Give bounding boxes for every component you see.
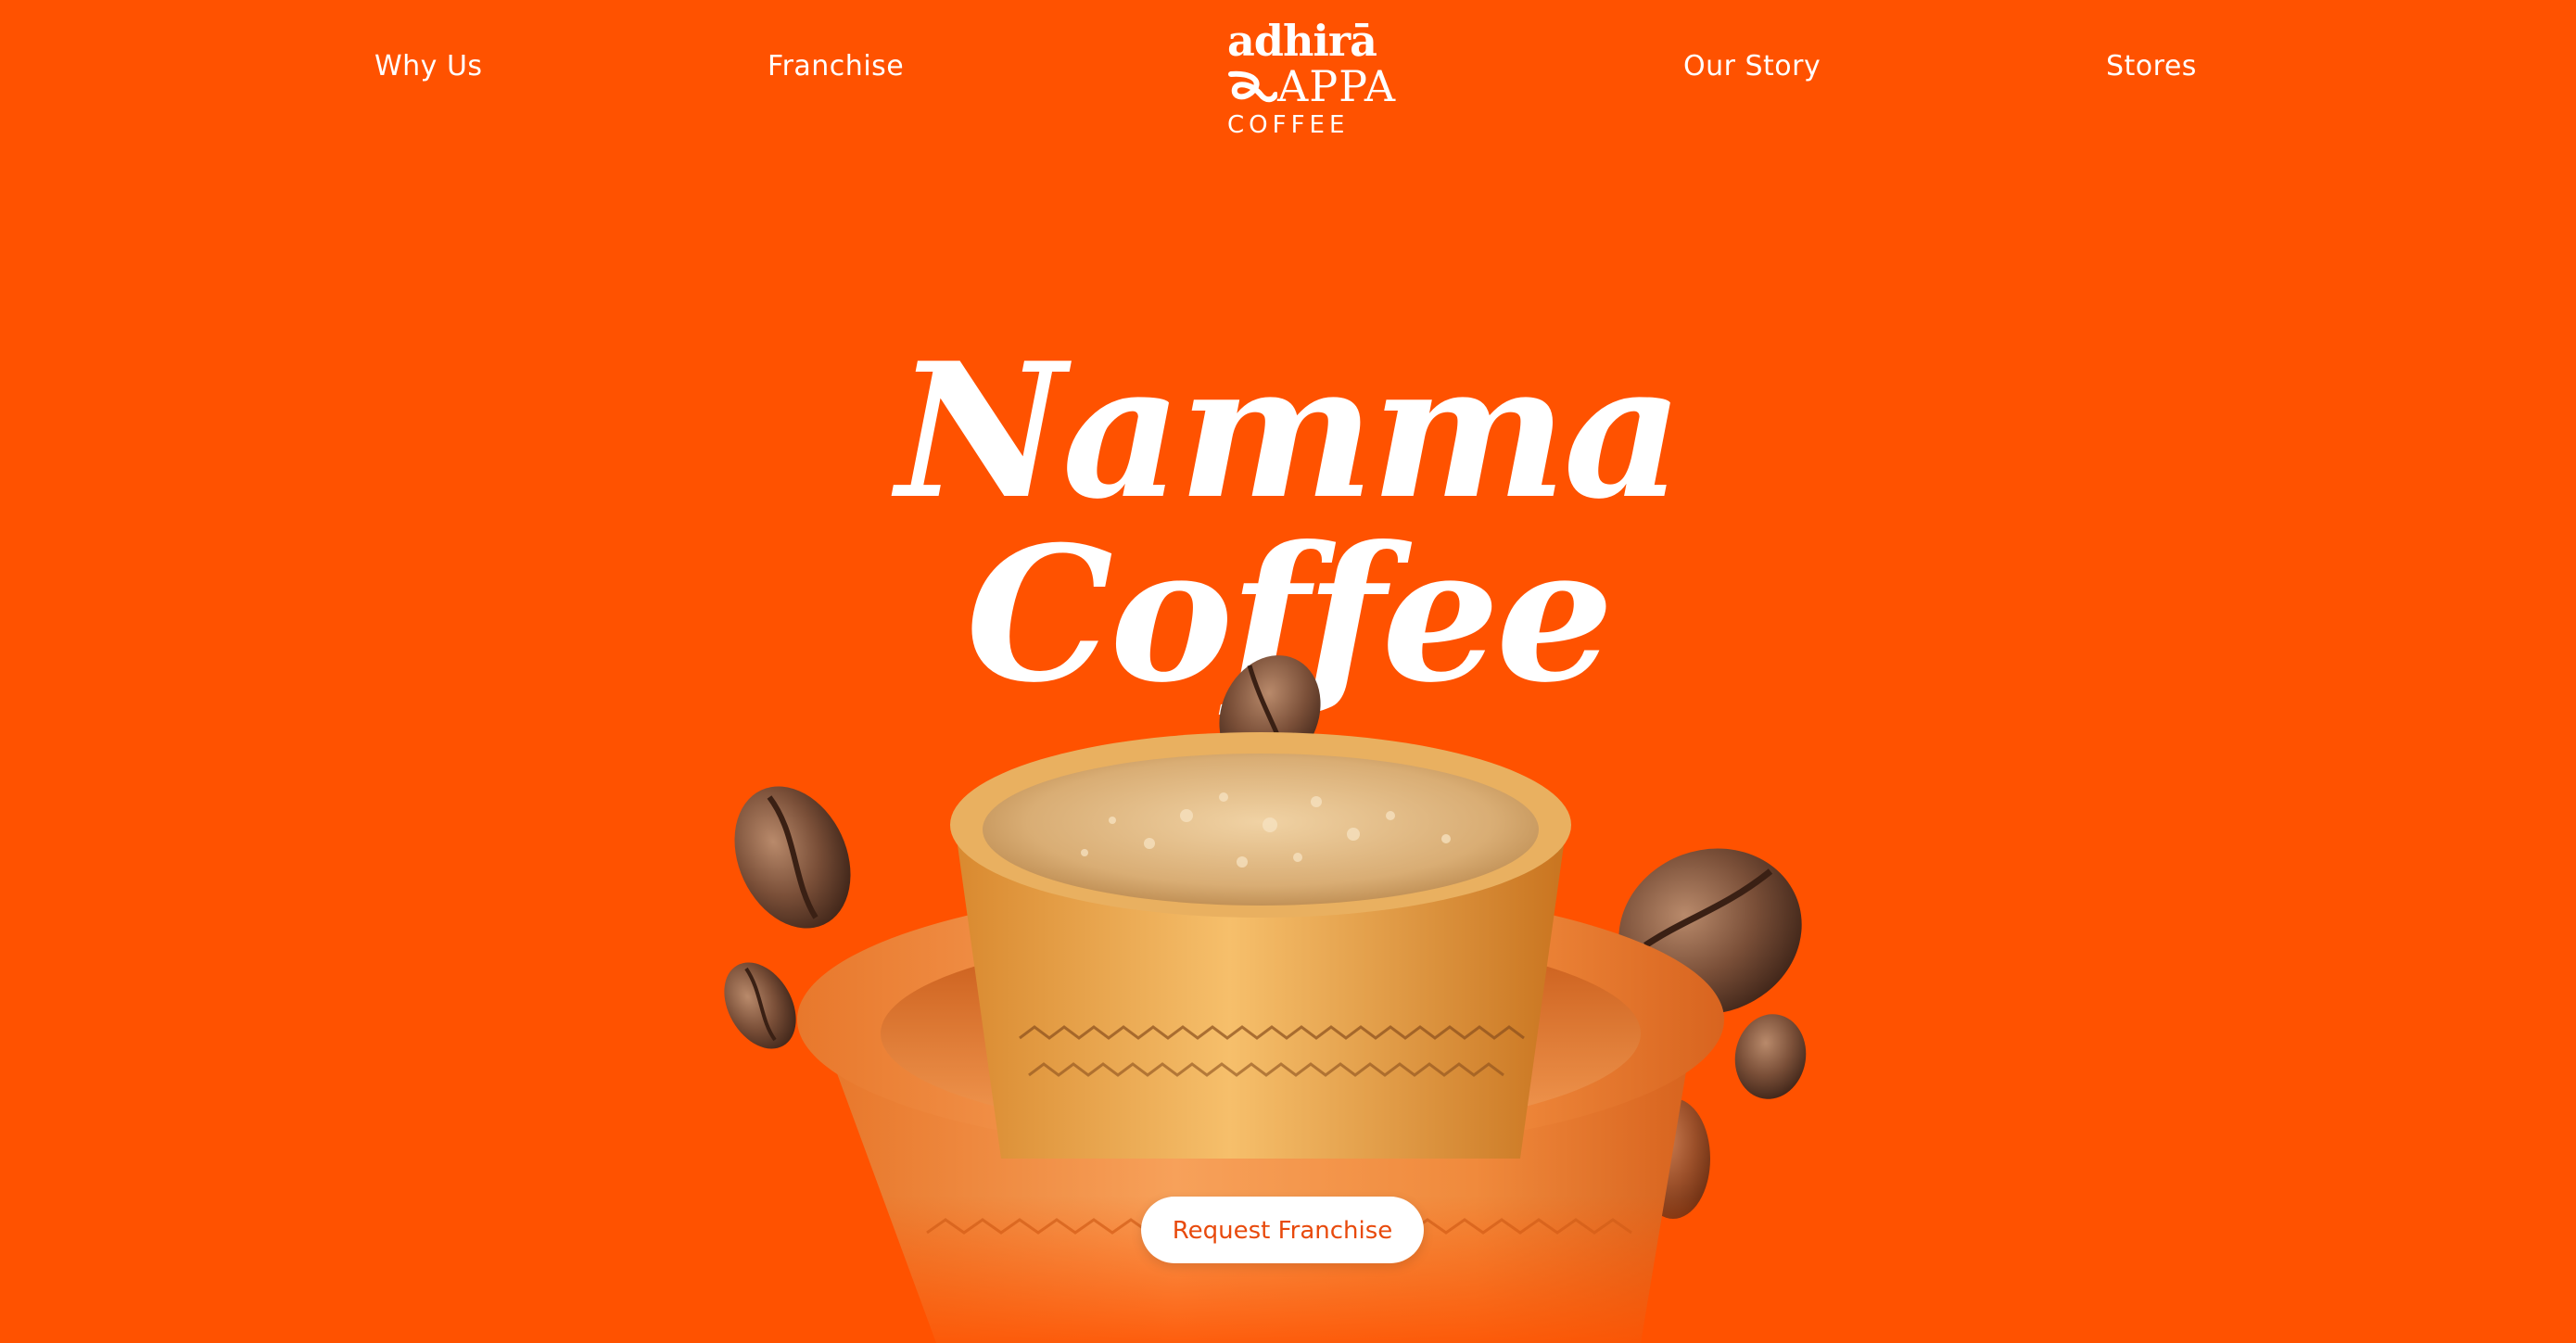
logo-line-adhira: adhirā bbox=[1227, 16, 1377, 66]
nav-franchise-link[interactable]: Franchise bbox=[768, 50, 904, 82]
coffee-bean-icon bbox=[724, 962, 796, 1049]
nav-our-story-link[interactable]: Our Story bbox=[1683, 50, 1821, 82]
page: Why Us Franchise adhirā APPA COFFEE Our … bbox=[0, 0, 2576, 1343]
nav-why-us-link[interactable]: Why Us bbox=[374, 50, 483, 82]
logo-line-appa: APPA bbox=[1277, 61, 1397, 111]
brand-logo[interactable]: adhirā APPA COFFEE bbox=[1224, 15, 1395, 145]
tumbler-cup bbox=[950, 732, 1571, 1159]
logo-line-coffee: COFFEE bbox=[1227, 111, 1350, 139]
coffee-bean-icon bbox=[1734, 1014, 1807, 1099]
request-franchise-button[interactable]: Request Franchise bbox=[1141, 1197, 1424, 1263]
hero-headline-line-1: Namma bbox=[895, 323, 1683, 540]
nav-stores-link[interactable]: Stores bbox=[2106, 50, 2197, 82]
logo-swirl-icon bbox=[1228, 70, 1277, 103]
coffee-bean-icon bbox=[734, 786, 851, 929]
